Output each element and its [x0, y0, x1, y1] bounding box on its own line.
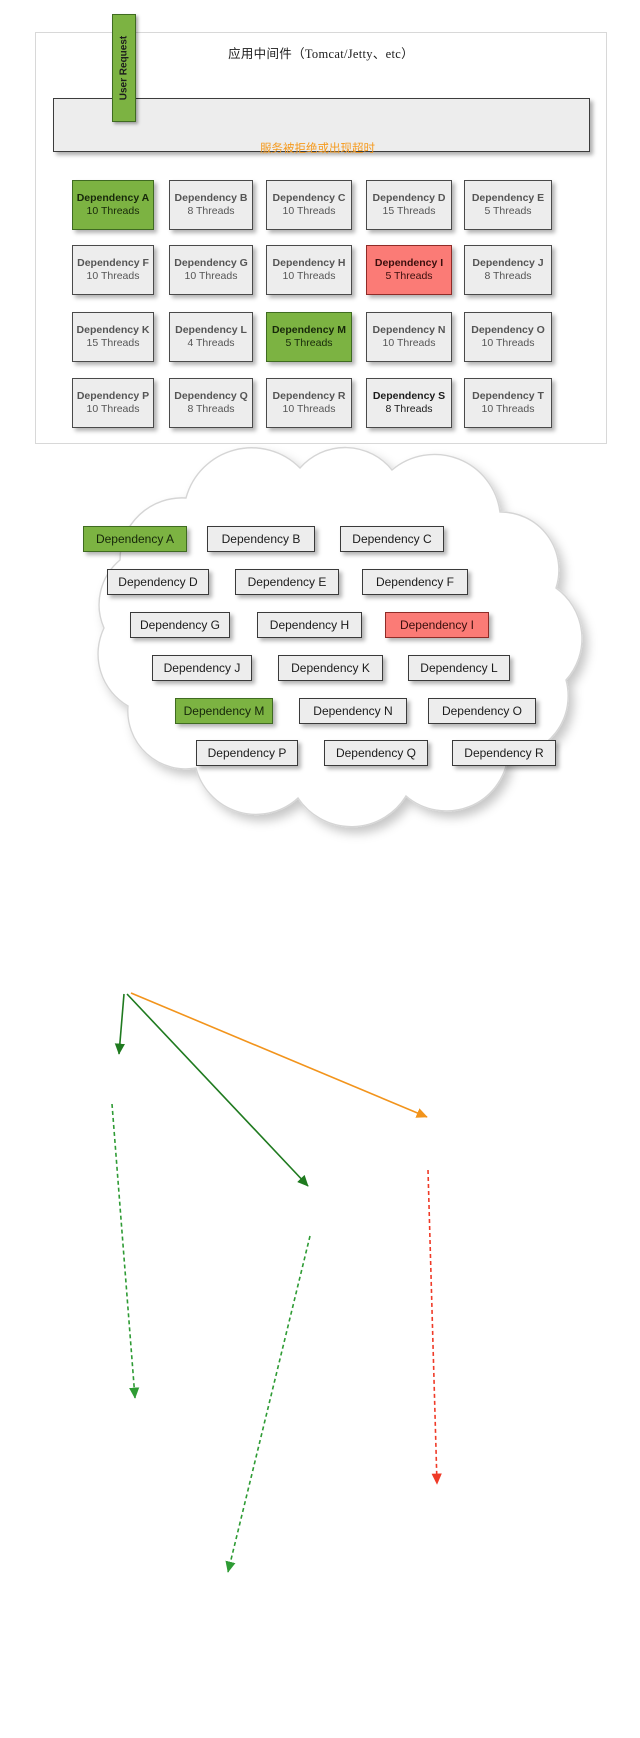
- thread-count: 5 Threads: [285, 337, 333, 349]
- thread-count: 10 Threads: [86, 205, 140, 217]
- thread-count: 10 Threads: [481, 337, 535, 349]
- connector-edges: [111, 992, 442, 1573]
- dependency-name: Dependency L: [175, 323, 247, 336]
- edge-dependency-a-to-cloud-a: [111, 1103, 140, 1399]
- cloud-node-m[interactable]: Dependency M: [175, 698, 273, 724]
- thread-count: 8 Threads: [187, 403, 235, 415]
- thread-pool-box-t[interactable]: Dependency T 10 Threads: [464, 378, 552, 428]
- cloud-node-d[interactable]: Dependency D: [107, 569, 209, 595]
- thread-pool-box-m[interactable]: Dependency M5 Threads: [266, 312, 352, 362]
- thread-count: 10 Threads: [86, 403, 140, 415]
- thread-count: 10 Threads: [282, 205, 336, 217]
- cloud-node-q[interactable]: Dependency Q: [324, 740, 428, 766]
- cloud-node-h[interactable]: Dependency H: [257, 612, 362, 638]
- cloud-node-e[interactable]: Dependency E: [235, 569, 339, 595]
- thread-pool-box-p[interactable]: Dependency P 10 Threads: [72, 378, 154, 428]
- diagram-canvas: 应用中间件（Tomcat/Jetty、etc） User Request 服务被…: [0, 0, 640, 1573]
- dependency-name: Dependency T: [472, 389, 544, 402]
- dependency-name: Dependency M: [271, 323, 347, 336]
- edge-dependency-m-to-cloud-m: [225, 1235, 311, 1573]
- dependency-name: Dependency J: [472, 256, 544, 269]
- dependency-name: Dependency K: [76, 323, 150, 336]
- thread-count: 10 Threads: [481, 403, 535, 415]
- dependency-name: Dependency R: [272, 389, 346, 402]
- cloud-node-o[interactable]: Dependency O: [428, 698, 536, 724]
- thread-count: 5 Threads: [484, 205, 532, 217]
- dependency-name: Dependency S: [372, 389, 446, 402]
- dependency-name: Dependency O: [471, 323, 545, 336]
- thread-pool-box-f[interactable]: Dependency F 10 Threads: [72, 245, 154, 295]
- thread-pool-box-c[interactable]: Dependency C 10 Threads: [266, 180, 352, 230]
- cloud-node-n[interactable]: Dependency N: [299, 698, 407, 724]
- edge-user-request-to-dependency-i: [130, 992, 428, 1118]
- thread-pool-box-n[interactable]: Dependency N 10 Threads: [366, 312, 452, 362]
- thread-count: 10 Threads: [184, 270, 238, 282]
- dependency-name: Dependency C: [272, 191, 346, 204]
- thread-pool-box-k[interactable]: Dependency K 15 Threads: [72, 312, 154, 362]
- thread-pool-box-l[interactable]: Dependency L4 Threads: [169, 312, 253, 362]
- cloud-node-b[interactable]: Dependency B: [207, 526, 315, 552]
- thread-pool-box-q[interactable]: Dependency Q8 Threads: [169, 378, 253, 428]
- cloud-node-g[interactable]: Dependency G: [130, 612, 230, 638]
- thread-pool-box-d[interactable]: Dependency D 15 Threads: [366, 180, 452, 230]
- dependency-name: Dependency N: [372, 323, 446, 336]
- thread-pool-box-h[interactable]: Dependency H 10 Threads: [266, 245, 352, 295]
- thread-count: 10 Threads: [282, 270, 336, 282]
- thread-pool-box-g[interactable]: Dependency G 10 Threads: [169, 245, 253, 295]
- dependency-name: Dependency D: [372, 191, 446, 204]
- cloud-node-r[interactable]: Dependency R: [452, 740, 556, 766]
- thread-count: 5 Threads: [385, 270, 433, 282]
- dependency-name: Dependency H: [272, 256, 346, 269]
- rejected-or-timeout-note: 服务被拒绝或出现超时: [260, 143, 375, 155]
- dependency-name: Dependency A: [76, 191, 150, 204]
- user-request-label: User Request: [118, 35, 130, 101]
- thread-count: 8 Threads: [187, 205, 235, 217]
- thread-count: 15 Threads: [382, 205, 436, 217]
- user-request-box[interactable]: User Request: [112, 14, 136, 122]
- cloud-node-k[interactable]: Dependency K: [278, 655, 383, 681]
- thread-count: 10 Threads: [282, 403, 336, 415]
- cloud-node-p[interactable]: Dependency P: [196, 740, 298, 766]
- thread-pool-box-o[interactable]: Dependency O 10 Threads: [464, 312, 552, 362]
- thread-pool-box-s[interactable]: Dependency S8 Threads: [366, 378, 452, 428]
- edge-user-request-to-dependency-m: [126, 993, 309, 1187]
- thread-pool-box-b[interactable]: Dependency B8 Threads: [169, 180, 253, 230]
- thread-pool-box-j[interactable]: Dependency J8 Threads: [464, 245, 552, 295]
- dependency-name: Dependency P: [76, 389, 150, 402]
- cloud-node-j[interactable]: Dependency J: [152, 655, 252, 681]
- dependency-name: Dependency G: [174, 256, 248, 269]
- thread-count: 8 Threads: [484, 270, 532, 282]
- dependency-name: Dependency F: [77, 256, 149, 269]
- thread-pool-box-a[interactable]: Dependency A 10 Threads: [72, 180, 154, 230]
- thread-pool-box-i[interactable]: Dependency I5 Threads: [366, 245, 452, 295]
- cloud-node-a[interactable]: Dependency A: [83, 526, 187, 552]
- dependency-name: Dependency I: [374, 256, 444, 269]
- cloud-node-f[interactable]: Dependency F: [362, 569, 468, 595]
- edge-user-request-to-dependency-a: [114, 993, 125, 1055]
- cloud-node-c[interactable]: Dependency C: [340, 526, 444, 552]
- cloud-node-l[interactable]: Dependency L: [408, 655, 510, 681]
- dependency-name: Dependency Q: [174, 389, 248, 402]
- cloud-node-i[interactable]: Dependency I: [385, 612, 489, 638]
- thread-pool-box-e[interactable]: Dependency E5 Threads: [464, 180, 552, 230]
- thread-count: 15 Threads: [86, 337, 140, 349]
- edge-dependency-i-to-cloud-i: [427, 1169, 442, 1485]
- thread-pool-box-r[interactable]: Dependency R 10 Threads: [266, 378, 352, 428]
- dependency-name: Dependency E: [471, 191, 545, 204]
- thread-count: 4 Threads: [187, 337, 235, 349]
- dependency-name: Dependency B: [174, 191, 248, 204]
- thread-count: 10 Threads: [382, 337, 436, 349]
- thread-count: 10 Threads: [86, 270, 140, 282]
- thread-count: 8 Threads: [385, 403, 433, 415]
